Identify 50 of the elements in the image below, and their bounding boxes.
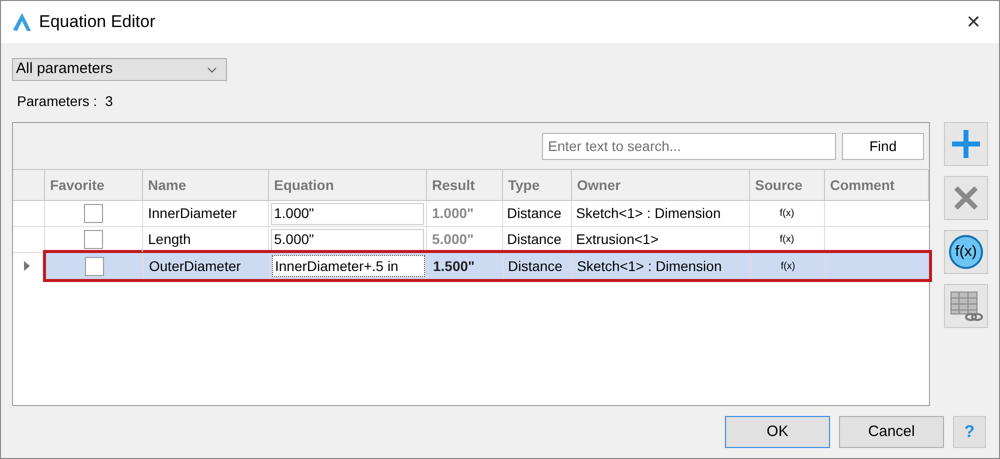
row-indicator-icon: [24, 261, 30, 271]
table-row[interactable]: InnerDiameter 1.000" 1.000" Distance Sketch<1> : Dimension f(x): [13, 201, 929, 227]
result-cell-text: 1.000": [432, 204, 474, 223]
name-cell-text: OuterDiameter: [149, 256, 241, 276]
search-field[interactable]: Enter text to search...: [542, 132, 836, 160]
equation-field[interactable]: 5.000": [271, 228, 424, 250]
app-logo-icon: [11, 11, 33, 33]
table-link-icon: [949, 289, 983, 323]
add-button[interactable]: [944, 122, 988, 166]
table-row[interactable]: Length 5.000" 5.000" Distance Extrusion<1> f(x): [13, 227, 929, 253]
type-cell-text: Distance: [508, 256, 562, 276]
type-cell-text: Distance: [507, 230, 562, 249]
column-header[interactable]: Name: [148, 174, 186, 196]
equation-field[interactable]: InnerDiameter+.5 in: [272, 255, 425, 277]
function-button[interactable]: f(x): [944, 230, 988, 274]
parameters-count: 3: [105, 92, 113, 110]
source-cell-text: f(x): [780, 207, 794, 221]
type-cell-text: Distance: [507, 204, 562, 223]
close-icon: [953, 185, 979, 211]
filter-dropdown[interactable]: All parameters: [12, 58, 227, 81]
column-header[interactable]: Equation: [274, 174, 334, 196]
owner-cell-text: Extrusion<1>: [576, 230, 658, 249]
source-cell-text: f(x): [780, 233, 794, 247]
parameters-label: Parameters :: [17, 92, 98, 110]
name-cell-text: Length: [148, 230, 191, 249]
column-header[interactable]: Comment: [830, 174, 895, 196]
window-title: Equation Editor: [39, 11, 156, 34]
name-cell-text: InnerDiameter: [148, 204, 237, 223]
result-cell-text: 1.500": [433, 256, 475, 276]
delete-button[interactable]: [944, 176, 988, 220]
owner-cell-text: Sketch<1> : Dimension: [576, 204, 721, 223]
close-button[interactable]: ✕: [966, 8, 981, 36]
favorite-checkbox[interactable]: [84, 230, 103, 249]
find-button[interactable]: Find: [842, 132, 924, 160]
chevron-down-icon: [207, 66, 217, 72]
favorite-checkbox[interactable]: [84, 204, 103, 223]
column-header[interactable]: Favorite: [50, 174, 104, 196]
column-header[interactable]: Owner: [577, 174, 621, 196]
result-cell-text: 5.000": [432, 230, 474, 249]
equation-field[interactable]: 1.000": [271, 202, 424, 224]
column-header[interactable]: Result: [432, 174, 475, 196]
source-cell-text: f(x): [780, 260, 796, 274]
column-header[interactable]: Type: [508, 174, 540, 196]
plus-icon: [950, 128, 982, 160]
favorite-checkbox[interactable]: [85, 256, 104, 276]
dialog-button[interactable]: OK: [725, 416, 830, 448]
column-header[interactable]: Source: [755, 174, 802, 196]
owner-cell-text: Sketch<1> : Dimension: [577, 256, 722, 276]
link-table-button[interactable]: [944, 284, 988, 328]
dialog-button[interactable]: Cancel: [839, 416, 944, 448]
